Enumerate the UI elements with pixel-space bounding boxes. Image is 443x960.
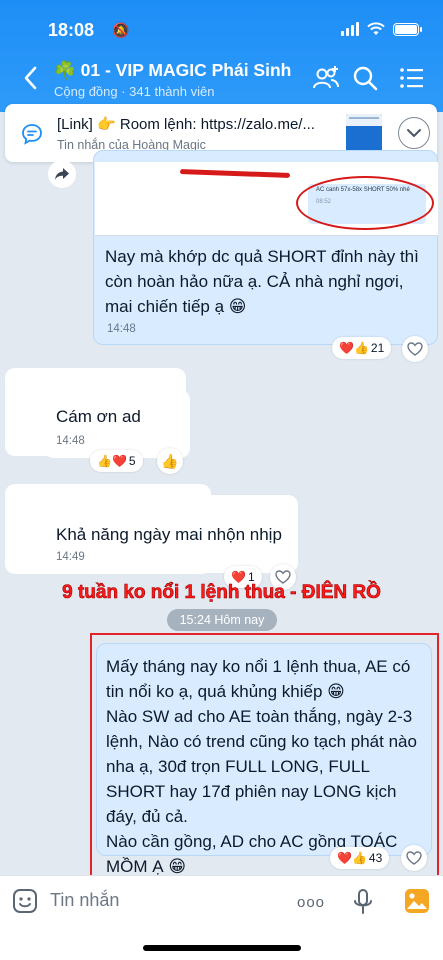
pinned-expand-button[interactable]: [398, 117, 430, 149]
reaction-count: 21: [370, 341, 385, 355]
more-options-icon[interactable]: ooo: [297, 894, 325, 911]
battery-icon: [393, 22, 422, 36]
group-title[interactable]: ☘️ 01 - VIP MAGIC Phái Sinh: [54, 60, 291, 81]
share-button[interactable]: [48, 160, 76, 188]
search-icon: [353, 66, 378, 91]
reaction-count: 43: [368, 851, 383, 865]
message-text: Khả năng ngày mai nhộn nhịp: [56, 525, 282, 544]
home-indicator: [143, 945, 301, 951]
annotation-banner: 9 tuần ko nổi 1 lệnh thua - ĐIÊN RỒ: [62, 582, 381, 604]
status-time: 18:08: [48, 20, 95, 40]
group-add-icon: [313, 66, 339, 89]
group-add-button[interactable]: [312, 64, 340, 92]
image-picker-icon[interactable]: [404, 888, 430, 914]
my-reaction-button[interactable]: 👍: [157, 448, 183, 474]
search-button[interactable]: [351, 64, 379, 92]
group-subtitle: Cộng đồng · 341 thành viên: [54, 84, 215, 99]
message-input[interactable]: Tin nhắn: [50, 890, 119, 911]
message-text: Nay mà khớp dc quả SHORT đỉnh này thì cò…: [105, 247, 419, 316]
sticker-icon[interactable]: [12, 888, 38, 914]
reaction-summary[interactable]: 👍❤️ 5: [90, 450, 143, 472]
red-highlight-circle: [296, 176, 434, 230]
message-text: Cám ơn ad: [56, 407, 141, 426]
reaction-summary[interactable]: ❤️👍 21: [332, 337, 392, 359]
reaction-emojis: ❤️👍: [339, 341, 369, 355]
message-time: 14:48: [56, 435, 85, 447]
message-time: 14:49: [56, 551, 85, 563]
share-icon: [55, 168, 69, 180]
react-heart-button[interactable]: [402, 336, 428, 362]
mute-bell-icon: 🔕: [112, 22, 130, 38]
reaction-emojis: 👍❤️: [97, 454, 127, 468]
message-time: 14:48: [107, 323, 136, 335]
reaction-summary[interactable]: ❤️👍 43: [330, 847, 390, 869]
back-icon: [24, 66, 37, 90]
microphone-icon[interactable]: [353, 888, 373, 916]
reaction-count: 5: [128, 454, 136, 468]
date-divider: 15:24 Hôm nay: [167, 609, 277, 631]
reaction-emojis: ❤️👍: [337, 851, 367, 865]
react-heart-button[interactable]: [401, 845, 427, 871]
chat-bubble-icon: [22, 124, 42, 145]
pinned-thumbnail: [346, 114, 382, 152]
like-icon: 👍: [161, 452, 179, 469]
message-line: Nào SW ad cho AE toàn thắng, ngày 2-3 lệ…: [106, 707, 417, 826]
back-button[interactable]: [20, 64, 44, 92]
wifi-icon: [367, 22, 385, 35]
heart-outline-icon: [407, 342, 423, 356]
pinned-title: [Link] 👉 Room lệnh: https://zalo.me/...: [57, 116, 315, 133]
status-icons: [341, 22, 422, 36]
menu-button[interactable]: [398, 64, 426, 92]
message-line: Mấy tháng nay ko nổi 1 lệnh thua, AE có …: [106, 657, 411, 701]
chevron-down-icon: [407, 129, 421, 138]
chat-header: 18:08 🔕 ☘️ 01 - VIP MAGIC Phái Sinh Cộng…: [0, 0, 443, 112]
heart-outline-icon: [406, 851, 422, 865]
signal-icon: [341, 22, 359, 36]
message-text-block: Mấy tháng nay ko nổi 1 lệnh thua, AE có …: [106, 654, 426, 879]
menu-icon: [400, 68, 423, 88]
